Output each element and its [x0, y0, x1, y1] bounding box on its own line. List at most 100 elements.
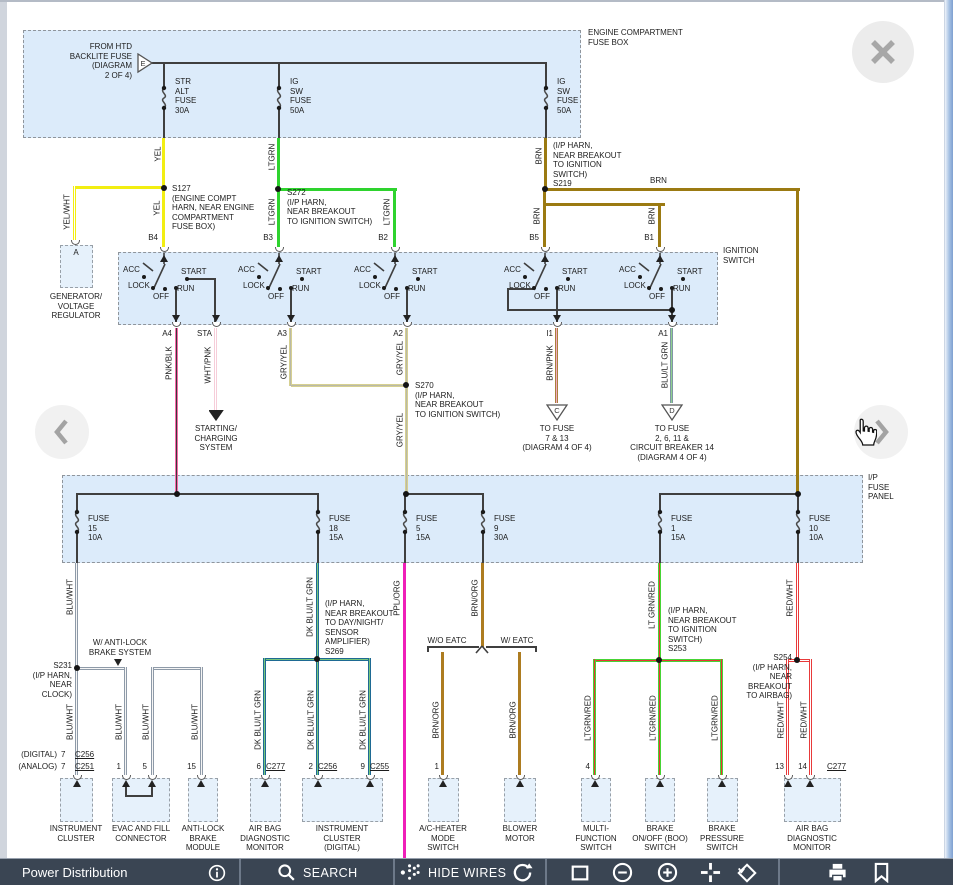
diagram-label: BRAKE ON/OFF (BOO) SWITCH: [632, 824, 688, 852]
switch-contact-dot: [523, 275, 527, 279]
switch-contact-dot: [278, 287, 282, 291]
diagram-label: BRN: [534, 147, 544, 165]
diagram-label: C256: [318, 762, 338, 771]
previous-diagram-button[interactable]: [35, 405, 89, 459]
zoom-in-icon: [657, 862, 678, 883]
svg-text:D: D: [669, 406, 675, 415]
switch-position-label: LOCK: [243, 281, 265, 290]
switch-position-label: START: [412, 267, 438, 276]
diagram-label: 13: [775, 762, 784, 771]
diagram-label: IGNITION SWITCH: [723, 246, 759, 265]
diagram-label: 15: [187, 762, 196, 771]
diagram-label: 6: [256, 762, 261, 771]
rotate-button[interactable]: [736, 859, 758, 885]
zoom-in-button[interactable]: [657, 859, 678, 885]
switch-position-label: START: [562, 267, 588, 276]
diagram-label: BLU/WHT: [65, 704, 75, 740]
diagram-label: PNK/BLK: [164, 346, 174, 380]
switch-position-label: RUN: [292, 284, 310, 293]
search-icon: [278, 864, 295, 881]
switch-position-label: RUN: [558, 284, 576, 293]
diagram-label: A/C-HEATER MODE SWITCH: [419, 824, 467, 852]
switch-contact-dot: [681, 277, 685, 281]
diagram-label: B5: [529, 233, 539, 242]
diagram-label: YEL: [152, 200, 162, 216]
switch-contact-dot: [300, 277, 304, 281]
diagram-label: B3: [263, 233, 273, 242]
diagram-label: AIR BAG DIAGNOSTIC MONITOR: [240, 824, 290, 852]
zoom-out-icon: [612, 862, 633, 883]
center-diagram-button[interactable]: [700, 859, 721, 885]
diagram-line-overlay: [142, 253, 662, 654]
diagram-label: A2: [393, 329, 403, 338]
diagram-label: FUSE 9 30A: [494, 514, 516, 542]
switch-contact-dot: [659, 287, 663, 291]
arrowhead: [516, 780, 524, 787]
junction-dot: [542, 186, 548, 192]
print-button[interactable]: [827, 859, 848, 885]
toolbar-divider: [239, 859, 241, 885]
diagram-label: LT GRN/RED: [647, 581, 657, 629]
switch-position-label: START: [181, 267, 207, 276]
switch-position-label: OFF: [534, 292, 550, 301]
refresh-icon: [513, 863, 533, 882]
wiring-diagram-canvas[interactable]: ENGINE COMPARTMENT FUSE BOX FROM HTD BACK…: [0, 0, 953, 885]
svg-text:E: E: [140, 59, 145, 68]
diagram-label: A3: [277, 329, 287, 338]
diagram-label: RED/WHT: [799, 701, 809, 739]
diagram-label: IG SW FUSE 50A: [557, 77, 579, 115]
diagram-label: RED/WHT: [776, 701, 786, 739]
switch-contact-dot: [394, 287, 398, 291]
switch-position-label: ACC: [123, 265, 140, 274]
diagram-label: S231 (I/P HARN, NEAR CLOCK): [32, 661, 72, 699]
switch-contact-dot: [532, 286, 536, 290]
diagram-label: B2: [378, 233, 388, 242]
fuse-symbol: [402, 509, 408, 535]
arrowhead: [656, 255, 664, 262]
diagram-label: FUSE 10 10A: [809, 514, 831, 542]
arrowhead: [784, 780, 792, 787]
refresh-button[interactable]: [512, 859, 533, 885]
junction-dot: [669, 307, 675, 313]
diagram-label: WHT/PNK: [203, 346, 213, 384]
diagram-label: TO FUSE 7 & 13 (DIAGRAM 4 OF 4): [522, 424, 592, 452]
diagram-label: INSTRUMENT CLUSTER: [49, 824, 103, 843]
diagram-label: EVAC AND FILL CONNECTOR: [111, 824, 171, 843]
arrowhead: [541, 255, 549, 262]
switch-contact-dot: [638, 275, 642, 279]
zoom-out-button[interactable]: [612, 859, 633, 885]
bookmark-button[interactable]: [872, 859, 891, 885]
arrowhead: [275, 255, 283, 262]
diagram-label: GRY/YEL: [395, 412, 405, 448]
switch-contact-dot: [151, 286, 155, 290]
switch-position-label: LOCK: [359, 281, 381, 290]
arrowhead: [212, 315, 220, 322]
toolbar-divider: [545, 859, 547, 885]
diagram-label: (I/P HARN, NEAR BREAKOUT TO IGNITION SWI…: [668, 606, 737, 653]
diagram-label: LTGRN: [267, 143, 277, 171]
diagram-label: FUSE 18 15A: [329, 514, 351, 542]
diagram-label: C255: [370, 762, 390, 771]
diagram-label: FROM HTD BACKLITE FUSE (DIAGRAM 2 OF 4): [69, 42, 132, 80]
diagram-label: RED/WHT: [785, 579, 795, 617]
hide-wires-button[interactable]: HIDE WIRES: [400, 859, 506, 885]
fit-page-button[interactable]: [570, 859, 590, 885]
search-button[interactable]: SEARCH: [277, 859, 358, 885]
close-button[interactable]: [852, 21, 914, 83]
diagram-label: FUSE 5 15A: [416, 514, 438, 542]
circuit-marker-D: D: [661, 404, 684, 422]
switch-contact-dot: [257, 275, 261, 279]
diagram-label: C277: [266, 762, 286, 771]
diagram-label: BRAKE PRESSURE SWITCH: [699, 824, 745, 852]
arrowhead: [366, 780, 374, 787]
diagram-label: 9: [360, 762, 365, 771]
info-button[interactable]: [208, 859, 226, 885]
diagram-label: S127 (ENGINE COMPT HARN, NEAR ENGINE COM…: [172, 184, 255, 231]
diagram-label: 2: [308, 762, 313, 771]
diagram-label: TO FUSE 2, 6, 11 & CIRCUIT BREAKER 14 (D…: [630, 424, 714, 462]
switch-position-label: OFF: [384, 292, 400, 301]
diagram-label: 7: [61, 750, 66, 759]
vertical-scrollbar[interactable]: [944, 0, 953, 885]
diagram-label: YEL: [153, 146, 163, 162]
junction-dot: [74, 665, 80, 671]
